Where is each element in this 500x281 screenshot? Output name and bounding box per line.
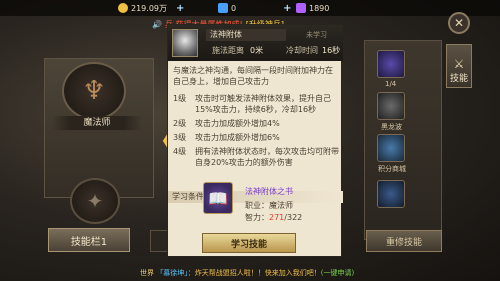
- black-dragon-skill-icon[interactable]: [377, 92, 405, 120]
- resource-bar: 219.09万 + 0 + 1890: [0, 0, 500, 16]
- cooldown-value: 16秒: [322, 46, 341, 55]
- mage-emblem-icon[interactable]: ♆: [62, 62, 126, 120]
- skill-title: 法神附体: [206, 29, 286, 41]
- skill-slot-icon[interactable]: [377, 134, 405, 162]
- class-emblem-secondary-icon[interactable]: ✦: [70, 178, 120, 224]
- crystal-resource: 1890: [296, 2, 329, 14]
- close-icon: ✕: [453, 16, 465, 30]
- add-gold-button[interactable]: +: [176, 3, 184, 14]
- skill-slot-icon[interactable]: [377, 50, 405, 78]
- points-shop-label: 积分商城: [378, 165, 406, 173]
- sword-icon: ⚔: [453, 57, 465, 71]
- purple-gem-icon: [296, 3, 306, 13]
- level-row: 2级 攻击力加成额外增加4%: [173, 119, 280, 128]
- blue-gem-icon: [218, 3, 228, 13]
- speaker-icon: 🔊: [152, 19, 162, 29]
- cast-range-label: 施法距离: [212, 46, 244, 55]
- reset-skills-button[interactable]: 重修技能: [366, 230, 442, 252]
- level-row: 4级 拥有法神附体状态时，每次攻击均可附带自身20%攻击力的额外伤害: [173, 147, 339, 167]
- crystal-amount: 1890: [309, 3, 330, 13]
- popup-header: 法神附体 未学习 施法距离 0米 冷却时间 16秒: [168, 25, 343, 61]
- skill-slot-icon[interactable]: [377, 180, 405, 208]
- skill-book-name: 法神附体之书: [245, 187, 293, 196]
- gold-resource: 219.09万 +: [118, 2, 184, 14]
- level-row: 3级 攻击力加成额外增加6%: [173, 133, 280, 142]
- add-diamond-button[interactable]: +: [283, 3, 291, 14]
- skill-description: 与魔法之神沟通，每间隔一段时间附加神力在自己身上，增加自己攻击力: [173, 66, 333, 86]
- level-row: 1级 攻击时可触发法神附体效果，提升自己15%攻击力，持续6秒，冷却16秒: [173, 94, 331, 114]
- skill-portrait-icon: [172, 29, 198, 57]
- one-click-apply-link[interactable]: (一键申请): [321, 269, 354, 277]
- cooldown-label: 冷却时间: [286, 46, 318, 55]
- tab-skills[interactable]: ⚔ 技能: [446, 44, 472, 88]
- skill-levels: 1级 攻击时可触发法神附体效果，提升自己15%攻击力，持续6秒，冷却16秒 2级攻…: [173, 93, 339, 171]
- chat-channel: 世界: [140, 269, 154, 277]
- close-button[interactable]: ✕: [448, 12, 470, 34]
- learn-skill-button[interactable]: 学习技能: [202, 233, 296, 253]
- skill-name-label: 黑龙波: [381, 123, 402, 131]
- chat-message: ：炸天帮战盟招人啦！！快来加入我们吧！: [187, 269, 321, 277]
- intelligence-requirement: 智力：271/322: [245, 213, 303, 222]
- skill-level-label: 1/4: [385, 80, 397, 88]
- learn-status: 未学习: [306, 31, 327, 39]
- gold-amount: 219.09万: [131, 3, 167, 13]
- skill-bar-tab[interactable]: 技能栏1: [48, 228, 130, 252]
- class-name: 魔法师: [52, 116, 142, 130]
- cast-range-value: 0米: [250, 46, 264, 55]
- gold-coin-icon: [118, 3, 128, 13]
- diamond-resource: 0 +: [218, 2, 291, 14]
- chat-sender[interactable]: 「慕徐坤」: [156, 269, 188, 277]
- world-chat-line: 世界 「慕徐坤」：炸天帮战盟招人啦！！快来加入我们吧！(一键申请): [140, 268, 370, 280]
- diamond-amount: 0: [231, 3, 237, 13]
- job-requirement: 职业：魔法师: [245, 201, 293, 210]
- skill-book-icon[interactable]: 📖: [203, 182, 233, 214]
